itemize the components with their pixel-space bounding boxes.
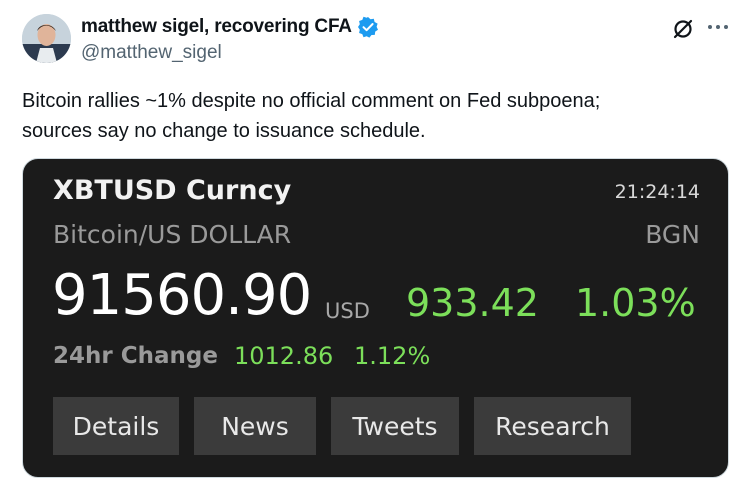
more-icon[interactable] [706, 17, 730, 37]
details-button[interactable]: Details [53, 397, 179, 455]
change24-value: 1012.86 [234, 342, 334, 370]
tweet-line: sources say no change to issuance schedu… [22, 120, 426, 142]
last-price: 91560.90 [52, 263, 312, 328]
grok-icon[interactable] [671, 17, 695, 41]
research-button[interactable]: Research [474, 397, 631, 455]
ticker-symbol: XBTUSD Curncy [53, 175, 292, 206]
percent-change: 1.03% [575, 281, 696, 325]
price-currency: USD [325, 299, 370, 323]
net-change: 933.42 [406, 281, 539, 325]
quote-time: 21:24:14 [614, 181, 700, 203]
author-handle[interactable]: @matthew_sigel [81, 42, 222, 64]
change24-percent: 1.12% [354, 342, 431, 370]
price-source: BGN [645, 220, 700, 249]
tweets-button[interactable]: Tweets [331, 397, 459, 455]
security-description: Bitcoin/US DOLLAR [53, 220, 292, 249]
verified-badge-icon [358, 16, 378, 38]
author-name[interactable]: matthew sigel, recovering CFA [81, 16, 352, 38]
tweet-line: Bitcoin rallies ~1% despite no official … [22, 90, 601, 112]
change24-label: 24hr Change [53, 343, 218, 369]
news-button[interactable]: News [194, 397, 316, 455]
avatar[interactable] [22, 14, 71, 63]
tweet-text: Bitcoin rallies ~1% despite no official … [22, 86, 722, 146]
tweet-media-image[interactable]: XBTUSD Curncy 21:24:14 Bitcoin/US DOLLAR… [22, 158, 729, 478]
